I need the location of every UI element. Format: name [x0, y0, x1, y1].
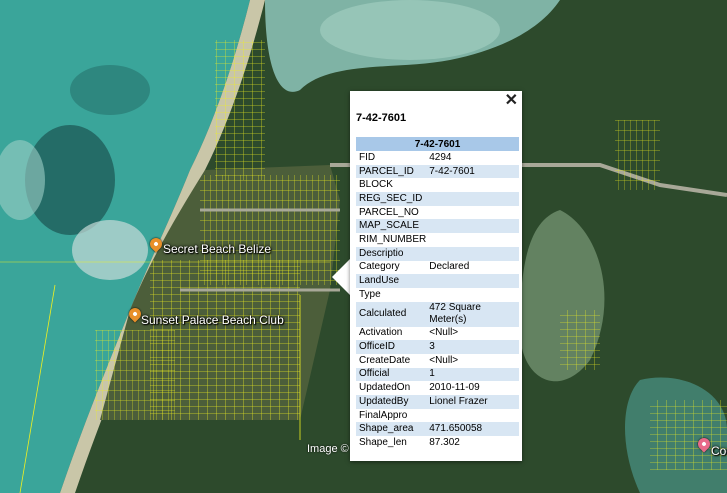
attribute-key: UpdatedOn [359, 382, 411, 394]
attribute-value: 1 [426, 367, 519, 382]
popup-title: 7-42-7601 [356, 112, 407, 124]
attribute-value [426, 409, 519, 423]
satellite-map[interactable]: Secret Beach Belize Sunset Palace Beach … [0, 0, 727, 493]
table-row: Type [356, 288, 519, 302]
attribute-value: 471.650058 [426, 422, 519, 437]
table-row: REG_SEC_ID [356, 192, 519, 206]
popup-pointer [332, 259, 350, 295]
table-row: MAP_SCALE [356, 219, 519, 234]
table-row: Official 1 [356, 367, 519, 382]
attribute-value: <Null> [429, 354, 459, 366]
attribute-value: 2010-11-09 [429, 382, 480, 394]
attribute-value: <Null> [429, 327, 459, 339]
parcel-grid-block [95, 330, 175, 420]
table-row: Calculated 472 Square Meter(s) [356, 301, 519, 327]
lagoon-water [320, 0, 500, 60]
attribute-rows: FID 4294 PARCEL_ID 7-42-7601 BLOCK REG_SEC_ID… [356, 151, 519, 450]
attribute-value [426, 288, 519, 302]
parcel-grid-block [215, 40, 265, 180]
attribute-value: 87.302 [429, 436, 460, 448]
table-row: Activation <Null> [356, 327, 519, 341]
table-row: LandUse [356, 274, 519, 288]
attribute-value [426, 192, 519, 206]
attribute-key: MAP_SCALE [356, 219, 427, 234]
attribute-key: Shape_len [359, 436, 407, 448]
attribute-value [426, 274, 519, 288]
table-row: PARCEL_NO [356, 206, 519, 220]
table-row: UpdatedBy Lionel Frazer [356, 395, 519, 409]
attribute-key: PARCEL_NO [359, 206, 419, 218]
attribute-key: LandUse [356, 274, 427, 288]
attribute-key: UpdatedBy [356, 395, 427, 409]
attribute-key: Activation [359, 327, 403, 339]
table-row: FinalAppro [356, 409, 519, 423]
attribute-key: REG_SEC_ID [356, 192, 427, 206]
attribute-value [426, 219, 519, 234]
attribute-value [426, 246, 519, 261]
attribute-table: 7-42-7601 FID 4294 PARCEL_ID 7-42-7601 BLOCK… [356, 137, 519, 450]
attribute-key: Official [356, 367, 427, 382]
attribute-value [426, 178, 519, 192]
parcel-grid-block [560, 310, 600, 370]
attribute-key: BLOCK [359, 179, 393, 191]
attribute-value: Declared [429, 261, 470, 273]
parcel-grid-block [615, 120, 660, 190]
table-row: OfficeID 3 [356, 340, 519, 354]
table-row: BLOCK [356, 178, 519, 192]
cloud [72, 220, 148, 280]
table-row: RIM_NUMBER [356, 233, 519, 247]
attribute-value [426, 206, 519, 220]
parcel-info-popup: ✕ 7-42-7601 7-42-7601 FID 4294 PARCEL_ID 7-… [350, 91, 522, 461]
attribute-value: 3 [426, 340, 519, 354]
attribute-key: RIM_NUMBER [359, 233, 427, 245]
table-row: UpdatedOn 2010-11-09 [356, 381, 519, 395]
attribute-value: 472 Square Meter(s) [426, 301, 519, 327]
table-row: FID 4294 [356, 151, 519, 165]
table-row: Shape_area 471.650058 [356, 422, 519, 437]
attribute-key: FinalAppro [359, 409, 408, 421]
parcel-grid-block [200, 175, 340, 285]
attribute-value: 7-42-7601 [426, 164, 519, 179]
reef-dark-patch [70, 65, 150, 115]
attribute-key: CreateDate [359, 354, 411, 366]
attribute-key: OfficeID [356, 340, 427, 354]
table-row: Category Declared [356, 261, 519, 275]
parcel-grid-block [650, 400, 727, 470]
attribute-key: Category [359, 261, 400, 273]
table-header: 7-42-7601 [356, 137, 519, 151]
poi-label-secret-beach[interactable]: Secret Beach Belize [163, 242, 271, 256]
table-row: Descriptio [356, 246, 519, 261]
attribute-key: FID [359, 151, 376, 163]
attribute-value: Lionel Frazer [426, 395, 519, 409]
attribute-key: Descriptio [356, 246, 427, 261]
attribute-value: 4294 [429, 151, 452, 163]
poi-label-sunset-palace[interactable]: Sunset Palace Beach Club [141, 313, 284, 327]
attribute-value [426, 233, 519, 247]
table-row: CreateDate <Null> [356, 354, 519, 368]
table-row: PARCEL_ID 7-42-7601 [356, 164, 519, 179]
attribute-key: PARCEL_ID [356, 164, 427, 179]
attribute-key: Type [359, 288, 381, 300]
poi-label-coco[interactable]: Coc [711, 444, 727, 458]
close-icon[interactable]: ✕ [505, 92, 518, 110]
attribute-key: Calculated [356, 301, 427, 327]
attribute-key: Shape_area [356, 422, 427, 437]
imagery-attribution: Image © [307, 443, 349, 455]
table-row: Shape_len 87.302 [356, 436, 519, 450]
